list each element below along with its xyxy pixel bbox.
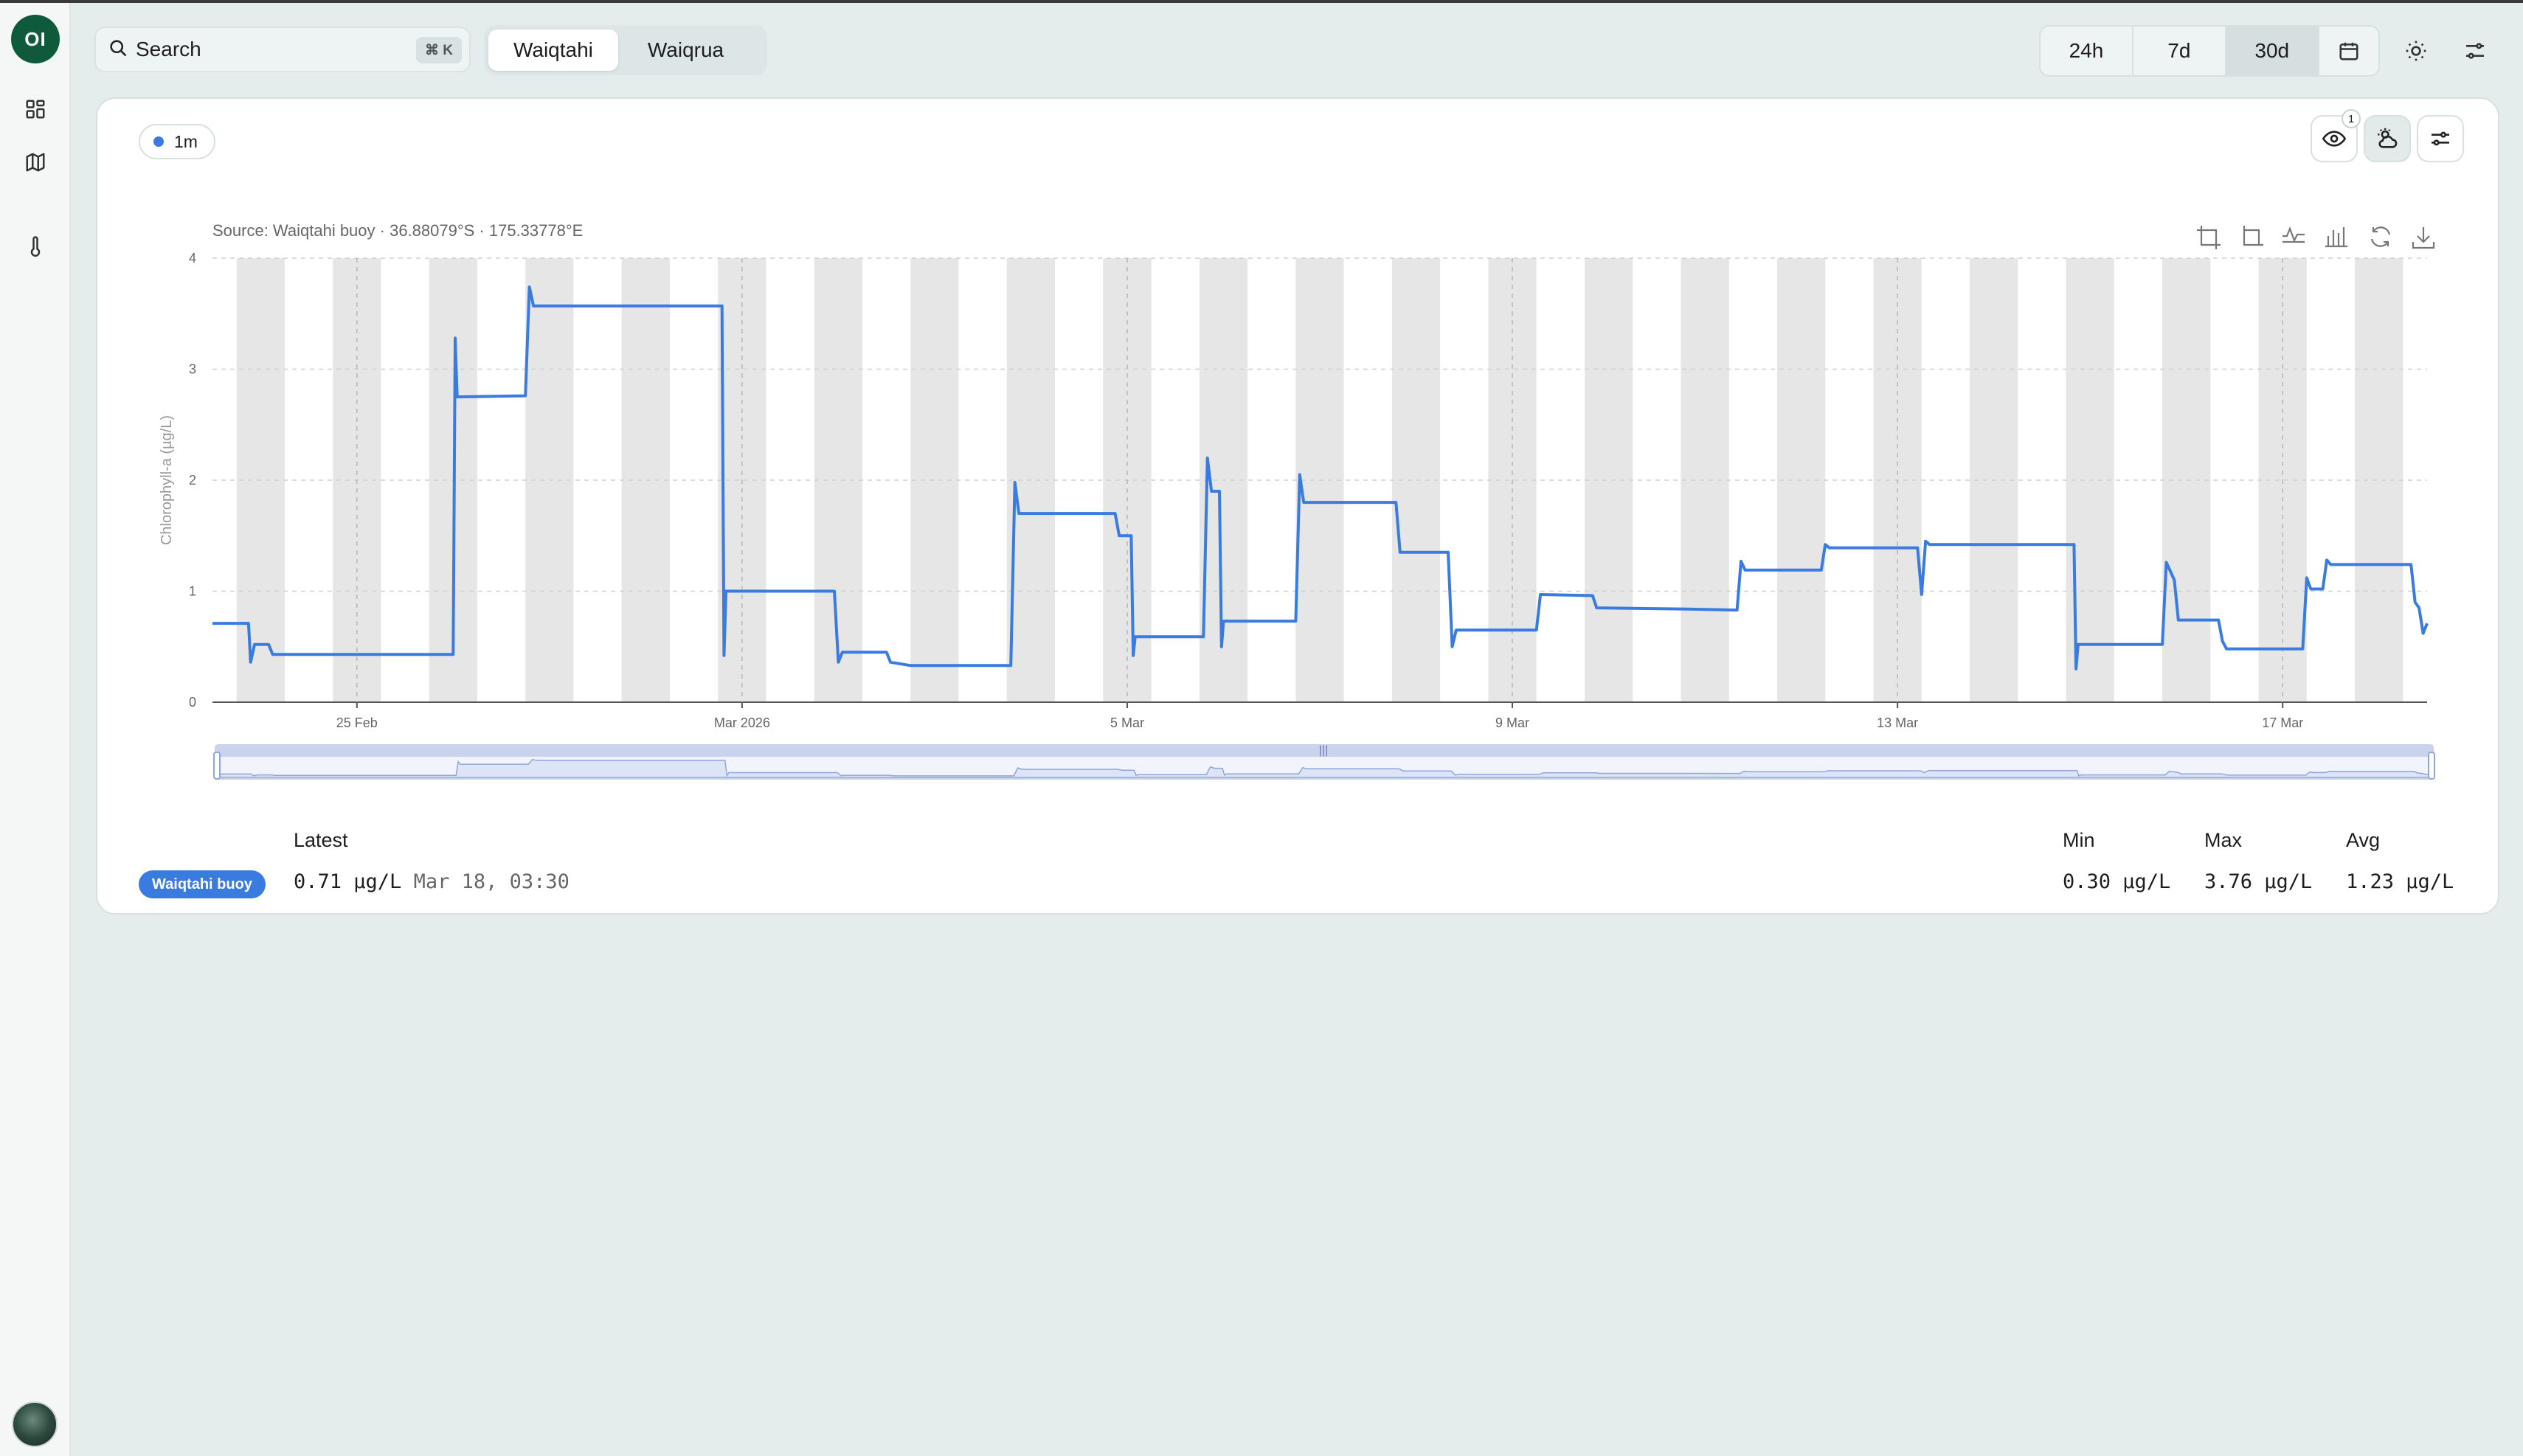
chlorophyll-chart: Source: Waiqtahi buoy · 36.88079°S · 175…: [159, 221, 2435, 780]
map-icon[interactable]: [22, 149, 49, 176]
y-axis-label: Chlorophyll-a (µg/L): [159, 415, 175, 545]
zoom-select-icon[interactable]: [2197, 226, 2221, 249]
calendar-icon[interactable]: [2319, 27, 2378, 75]
grid-icon[interactable]: [22, 96, 49, 122]
zoom-left-handle[interactable]: [213, 752, 221, 780]
x-tick-label: 25 Feb: [336, 715, 378, 730]
latest-readout: 0.71 µg/L Mar 18, 03:30: [294, 870, 570, 893]
user-avatar[interactable]: [12, 1401, 58, 1447]
x-tick-label: 9 Mar: [1495, 715, 1529, 730]
max-label: Max: [2204, 829, 2243, 851]
y-tick-label: 0: [189, 695, 196, 710]
app-logo[interactable]: OI: [11, 15, 60, 63]
x-tick-label: 5 Mar: [1110, 715, 1144, 730]
night-band: [1584, 258, 1633, 702]
y-axis-ticks: 0 1 2 3 4: [189, 251, 196, 710]
window-top-border: [0, 0, 2523, 3]
latest-value: 0.71 µg/L: [294, 870, 402, 893]
min-label: Min: [2063, 829, 2095, 851]
refresh-icon[interactable]: [2370, 226, 2391, 247]
location-tabs: Waiqtahi Waiqrua: [484, 25, 767, 75]
avg-value: 1.23 µg/L: [2346, 870, 2454, 893]
y-tick-label: 1: [189, 584, 196, 599]
thermometer-icon[interactable]: [22, 233, 49, 260]
tab-waiqrua[interactable]: Waiqrua: [623, 30, 749, 71]
x-axis-ticks: 25 Feb Mar 2026 5 Mar 9 Mar 13 Mar 17 Mar: [336, 702, 2303, 730]
night-band: [814, 258, 863, 702]
range-30d-button[interactable]: 30d: [2226, 27, 2319, 75]
search-shortcut: ⌘ K: [416, 37, 462, 63]
zoom-reset-icon[interactable]: [2243, 226, 2263, 246]
x-tick-label: 13 Mar: [1877, 715, 1918, 730]
sun-icon[interactable]: [2401, 35, 2432, 66]
sidebar: OI: [0, 3, 71, 1456]
max-value: 3.76 µg/L: [2204, 870, 2313, 893]
y-tick-label: 4: [189, 251, 196, 266]
series-badge: Waiqtahi buoy: [139, 870, 266, 898]
night-band: [2355, 258, 2403, 702]
y-tick-label: 3: [189, 362, 196, 377]
download-icon[interactable]: [2412, 227, 2435, 249]
line-chart-icon[interactable]: [2283, 226, 2305, 243]
search-label: Search: [136, 38, 201, 60]
latest-timestamp: Mar 18, 03:30: [413, 870, 570, 893]
avg-label: Avg: [2346, 829, 2381, 851]
data-zoom-slider[interactable]: |||: [213, 744, 2435, 780]
search-input[interactable]: Search ⌘ K: [94, 27, 471, 72]
range-24h-button[interactable]: 24h: [2041, 27, 2133, 75]
min-value: 0.30 µg/L: [2063, 870, 2171, 893]
settings-sliders-icon[interactable]: [2460, 35, 2491, 66]
x-tick-label: Mar 2026: [714, 715, 770, 730]
latest-label: Latest: [294, 829, 348, 851]
zoom-right-handle[interactable]: [2428, 752, 2435, 780]
bar-chart-icon[interactable]: [2325, 227, 2347, 248]
zoom-drag-handle[interactable]: |||: [1319, 744, 1328, 757]
search-icon: [108, 38, 128, 62]
x-tick-label: 17 Mar: [2262, 715, 2303, 730]
chart-source-text: Source: Waiqtahi buoy · 36.88079°S · 175…: [212, 221, 583, 240]
range-7d-button[interactable]: 7d: [2133, 27, 2226, 75]
time-range-selector: 24h 7d 30d: [2039, 25, 2380, 77]
y-tick-label: 2: [189, 473, 196, 488]
tab-waiqtahi[interactable]: Waiqtahi: [488, 30, 618, 71]
chart-card: 1m 1 Source: Waiqtahi buoy · 36.88079°S …: [96, 97, 2499, 915]
